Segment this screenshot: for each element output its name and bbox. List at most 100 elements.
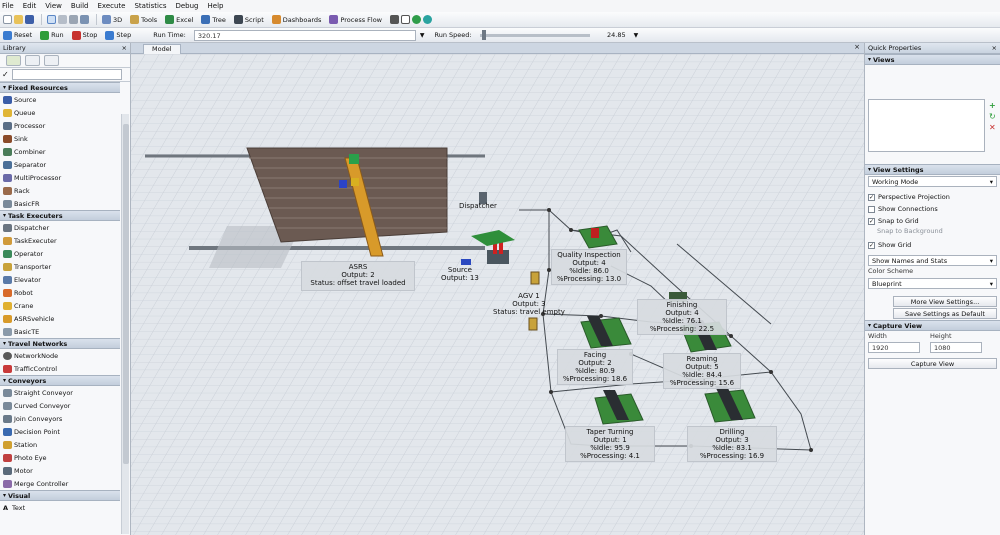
step-button[interactable]: Step xyxy=(105,30,131,40)
views-list[interactable] xyxy=(868,99,985,152)
library-search-input[interactable] xyxy=(11,69,122,80)
run-speed-dropdown-icon[interactable]: ▼ xyxy=(634,32,639,39)
tools-button[interactable]: Tools xyxy=(130,15,157,24)
library-item-queue[interactable]: Queue xyxy=(0,106,120,119)
show-names-dropdown[interactable]: Show Names and Stats ▾ xyxy=(868,255,997,266)
close-icon[interactable]: × xyxy=(854,43,860,51)
library-item-rack[interactable]: Rack xyxy=(0,184,120,197)
script-button[interactable]: Script xyxy=(233,15,264,24)
menu-file[interactable]: File xyxy=(2,2,14,10)
source-object[interactable] xyxy=(461,259,471,265)
refresh-view-icon[interactable]: ↻ xyxy=(989,112,996,121)
add-view-icon[interactable]: + xyxy=(989,101,996,110)
library-item-asrsvehicle[interactable]: ASRSvehicle xyxy=(0,312,120,325)
new-file-icon[interactable] xyxy=(3,15,12,24)
library-item-multiprocessor[interactable]: MultiProcessor xyxy=(0,171,120,184)
process-flow-button[interactable]: Process Flow xyxy=(329,15,382,24)
stop-button[interactable]: Stop xyxy=(71,30,97,40)
view-settings-section-header[interactable]: ▾ View Settings xyxy=(865,164,1000,175)
library-item-operator[interactable]: Operator xyxy=(0,247,120,260)
height-input[interactable]: 1080 xyxy=(930,342,982,353)
grid-mode-icon[interactable] xyxy=(69,15,78,24)
show-connections-checkbox[interactable]: Show Connections xyxy=(865,203,1000,215)
help-icon[interactable] xyxy=(412,15,421,24)
library-item-merge-controller[interactable]: Merge Controller xyxy=(0,477,120,490)
run-speed-slider-thumb[interactable] xyxy=(481,29,486,40)
library-item-text[interactable]: A Text xyxy=(0,501,120,514)
library-item-source[interactable]: Source xyxy=(0,93,120,106)
nav-mode-icon[interactable] xyxy=(80,15,89,24)
library-item-robot[interactable]: Robot xyxy=(0,286,120,299)
capture-view-section-header[interactable]: ▾ Capture View xyxy=(865,320,1000,331)
3d-button[interactable]: 3D xyxy=(102,15,122,24)
library-category-travel-networks[interactable]: ▾ Travel Networks xyxy=(0,338,120,349)
color-scheme-dropdown[interactable]: Blueprint ▾ xyxy=(868,278,997,289)
menu-build[interactable]: Build xyxy=(71,2,89,10)
library-scrollbar[interactable] xyxy=(121,114,129,534)
close-icon[interactable]: × xyxy=(122,44,127,52)
library-category-visual[interactable]: ▾ Visual xyxy=(0,490,120,501)
reset-button[interactable]: Reset xyxy=(3,30,32,40)
dashboards-button[interactable]: Dashboards xyxy=(271,15,321,24)
tab-model[interactable]: Model xyxy=(143,44,181,54)
save-settings-default-button[interactable]: Save Settings as Default xyxy=(893,308,997,319)
library-item-elevator[interactable]: Elevator xyxy=(0,273,120,286)
library-item-decision-point[interactable]: Decision Point xyxy=(0,425,120,438)
library-item-taskexecuter[interactable]: TaskExecuter xyxy=(0,234,120,247)
menu-view[interactable]: View xyxy=(45,2,62,10)
menu-debug[interactable]: Debug xyxy=(175,2,198,10)
library-item-networknode[interactable]: NetworkNode xyxy=(0,349,120,362)
views-section-header[interactable]: ▾ Views xyxy=(865,54,1000,65)
select-mode-icon[interactable] xyxy=(47,15,56,24)
library-scrollbar-thumb[interactable] xyxy=(123,124,129,464)
width-input[interactable]: 1920 xyxy=(868,342,920,353)
menu-edit[interactable]: Edit xyxy=(23,2,37,10)
library-category-fixed-resources[interactable]: ▾ Fixed Resources xyxy=(0,82,120,93)
snap-to-grid-checkbox[interactable]: ✓ Snap to Grid xyxy=(865,215,1000,227)
more-view-settings-button[interactable]: More View Settings... xyxy=(893,296,997,307)
library-item-straight-conveyor[interactable]: Straight Conveyor xyxy=(0,386,120,399)
library-category-conveyors[interactable]: ▾ Conveyors xyxy=(0,375,120,386)
open-folder-icon[interactable] xyxy=(14,15,23,24)
delete-view-icon[interactable]: ✕ xyxy=(989,123,996,132)
tree-button[interactable]: Tree xyxy=(201,15,226,24)
globe-icon[interactable] xyxy=(423,15,432,24)
library-item-basicte[interactable]: BasicTE xyxy=(0,325,120,338)
library-item-station[interactable]: Station xyxy=(0,438,120,451)
library-tab-objects[interactable] xyxy=(6,55,21,66)
menu-execute[interactable]: Execute xyxy=(97,2,125,10)
run-button[interactable]: Run xyxy=(40,30,64,40)
library-item-crane[interactable]: Crane xyxy=(0,299,120,312)
capture-view-button[interactable]: Capture View xyxy=(868,358,997,369)
library-item-dispatcher[interactable]: Dispatcher xyxy=(0,221,120,234)
excel-button[interactable]: Excel xyxy=(165,15,193,24)
save-icon[interactable] xyxy=(25,15,34,24)
menu-statistics[interactable]: Statistics xyxy=(134,2,166,10)
run-time-field[interactable]: 320.17 xyxy=(193,29,416,41)
run-time-dropdown-icon[interactable]: ▼ xyxy=(420,32,425,39)
working-mode-dropdown[interactable]: Working Mode ▾ xyxy=(868,176,997,187)
window-icon[interactable] xyxy=(401,15,410,24)
library-item-combiner[interactable]: Combiner xyxy=(0,145,120,158)
run-speed-slider[interactable] xyxy=(479,29,590,40)
library-item-curved-conveyor[interactable]: Curved Conveyor xyxy=(0,399,120,412)
library-category-task-executers[interactable]: ▾ Task Executers xyxy=(0,210,120,221)
library-item-basicfr[interactable]: BasicFR xyxy=(0,197,120,210)
library-tab-palette[interactable] xyxy=(25,55,40,66)
perspective-projection-checkbox[interactable]: ✓ Perspective Projection xyxy=(865,191,1000,203)
cursor-icon[interactable] xyxy=(390,15,399,24)
filter-icon[interactable]: ✓ xyxy=(2,70,9,79)
library-item-photo-eye[interactable]: Photo Eye xyxy=(0,451,120,464)
menu-help[interactable]: Help xyxy=(208,2,224,10)
connect-mode-icon[interactable] xyxy=(58,15,67,24)
library-item-motor[interactable]: Motor xyxy=(0,464,120,477)
library-item-trafficcontrol[interactable]: TrafficControl xyxy=(0,362,120,375)
library-item-sink[interactable]: Sink xyxy=(0,132,120,145)
show-grid-checkbox[interactable]: ✓ Show Grid xyxy=(865,239,1000,251)
library-item-transporter[interactable]: Transporter xyxy=(0,260,120,273)
library-tab-shapes[interactable] xyxy=(44,55,59,66)
library-item-processor[interactable]: Processor xyxy=(0,119,120,132)
close-icon[interactable]: × xyxy=(992,44,997,52)
library-item-join-conveyors[interactable]: Join Conveyors xyxy=(0,412,120,425)
model-viewport[interactable]: Model × ASRS Output: 2 Status: offset tr… xyxy=(131,43,864,535)
